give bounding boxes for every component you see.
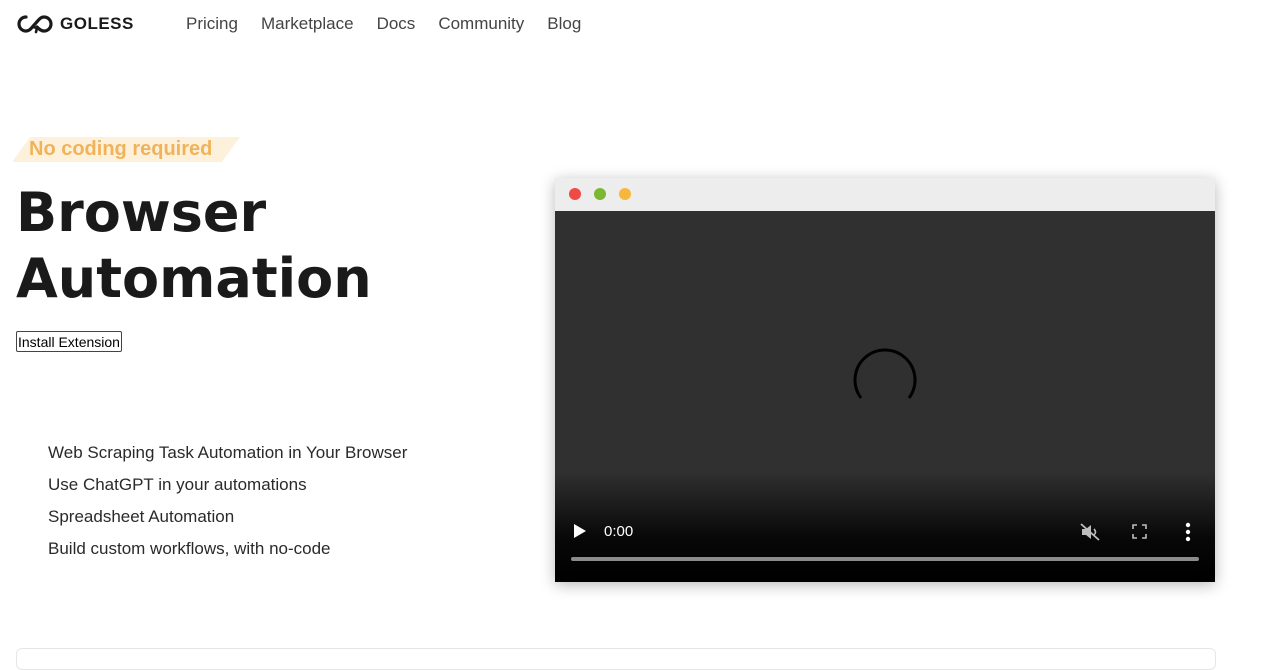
demo-video[interactable]: 0:00 (555, 211, 1215, 582)
feature-item: Web Scraping Task Automation in Your Bro… (48, 443, 408, 462)
main-nav: Pricing Marketplace Docs Community Blog (186, 14, 581, 34)
loading-spinner-icon (853, 348, 917, 399)
brand-name: GOLESS (60, 14, 134, 33)
video-progress-bar[interactable] (571, 557, 1199, 561)
feature-item: Build custom workflows, with no-code (48, 539, 331, 558)
install-extension-button[interactable]: Install Extension (16, 331, 122, 352)
nav-blog[interactable]: Blog (547, 14, 581, 34)
window-minimize-dot (619, 188, 631, 200)
video-controls-gradient (555, 472, 1215, 582)
video-time: 0:00 (604, 523, 634, 540)
brand-logo[interactable]: GOLESS (16, 12, 134, 36)
hero-title-line2: Automation (16, 247, 372, 310)
window-close-dot (569, 188, 581, 200)
browser-title-bar (555, 178, 1215, 211)
window-maximize-dot (594, 188, 606, 200)
infinity-arrow-icon (17, 15, 53, 34)
no-coding-badge: No coding required (12, 137, 240, 162)
more-options-icon[interactable] (1185, 522, 1191, 542)
nav-docs[interactable]: Docs (377, 14, 416, 34)
mute-icon[interactable] (1080, 523, 1100, 541)
hero-title: Browser Automation (16, 180, 372, 312)
feature-item: Spreadsheet Automation (48, 507, 235, 526)
play-icon[interactable] (573, 523, 587, 539)
feature-item: Use ChatGPT in your automations (48, 475, 307, 494)
site-header: GOLESS Pricing Marketplace Docs Communit… (0, 0, 1280, 50)
browser-mockup: 0:00 (555, 178, 1215, 582)
hero-title-line1: Browser (16, 181, 267, 244)
nav-community[interactable]: Community (438, 14, 524, 34)
feature-list: Web Scraping Task Automation in Your Bro… (48, 437, 407, 565)
nav-marketplace[interactable]: Marketplace (261, 14, 354, 34)
next-section-card (16, 648, 1216, 670)
nav-pricing[interactable]: Pricing (186, 14, 238, 34)
badge-text: No coding required (29, 138, 213, 160)
fullscreen-icon[interactable] (1132, 524, 1147, 539)
